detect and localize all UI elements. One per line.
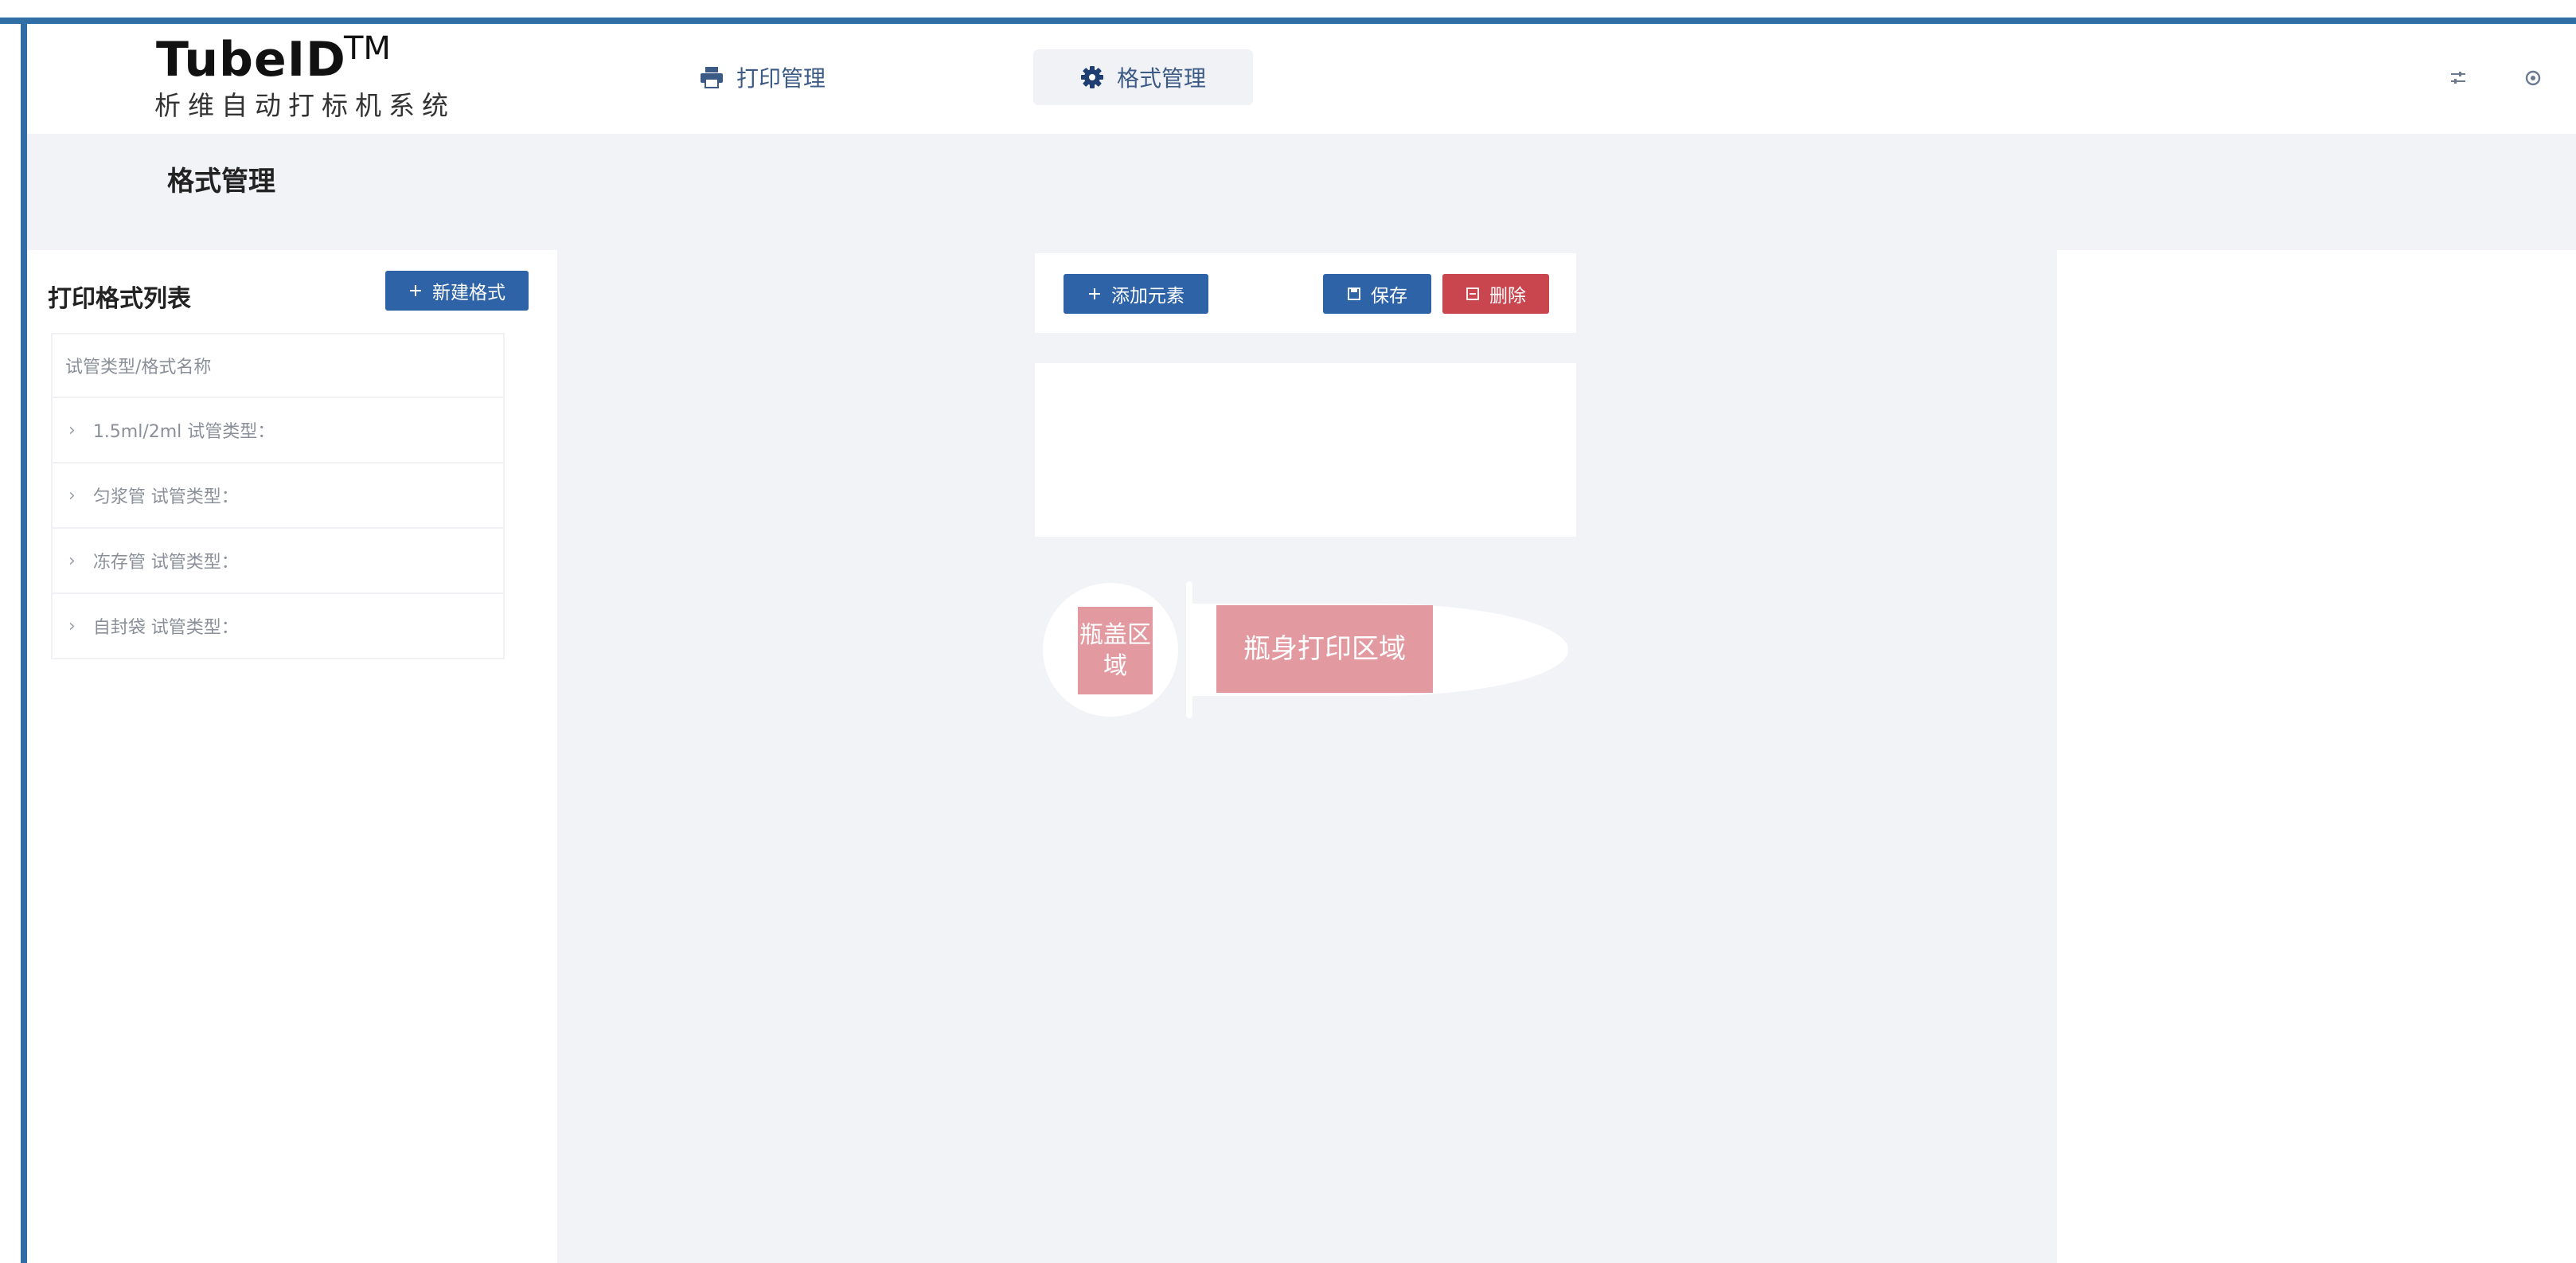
list-item-label: 匀浆管 试管类型：: [92, 487, 239, 507]
label-preview-area: [1035, 363, 1576, 537]
plus-icon: [1087, 287, 1102, 301]
window-left-gutter: [0, 24, 21, 1263]
nav-print-label: 打印管理: [736, 65, 826, 92]
delete-label: 删除: [1489, 286, 1526, 307]
list-item-label: 自封袋 试管类型：: [92, 618, 239, 638]
format-tree: 试管类型/格式名称 › 1.5ml/2ml 试管类型： › 匀浆管 试管类型： …: [51, 333, 505, 659]
list-item[interactable]: › 自封袋 试管类型：: [53, 594, 503, 658]
printer-icon: [700, 66, 724, 88]
chevron-right-icon: ›: [68, 616, 76, 636]
app-header: TubeID TM 析维自动打标机系统 打印管理 格式管理: [27, 24, 2576, 134]
body-print-zone[interactable]: 瓶身打印区域: [1216, 605, 1433, 693]
delete-icon: [1466, 287, 1480, 301]
chevron-right-icon: ›: [68, 485, 76, 506]
format-tree-header: 试管类型/格式名称: [53, 334, 503, 398]
tube-neck-divider: [1186, 581, 1192, 718]
app-logo-title: TubeID: [156, 32, 346, 88]
format-list-title: 打印格式列表: [48, 285, 191, 313]
settings-icon[interactable]: [2519, 64, 2547, 92]
new-format-button[interactable]: 新建格式: [385, 271, 529, 311]
new-format-label: 新建格式: [432, 283, 505, 303]
app-logo-trademark: TM: [344, 30, 391, 67]
add-element-label: 添加元素: [1111, 286, 1185, 307]
list-item-label: 冻存管 试管类型：: [92, 553, 239, 573]
sliders-icon[interactable]: [2444, 64, 2473, 92]
add-element-button[interactable]: 添加元素: [1064, 274, 1208, 314]
properties-panel: [2057, 250, 2576, 1263]
list-item[interactable]: › 冻存管 试管类型：: [53, 529, 503, 594]
save-icon: [1347, 287, 1361, 301]
gear-icon: [1080, 65, 1104, 89]
plus-icon: [408, 283, 423, 298]
page-title: 格式管理: [167, 166, 275, 197]
cap-zone[interactable]: 瓶盖区域: [1078, 607, 1153, 694]
nav-print-management[interactable]: 打印管理: [700, 49, 825, 105]
editor-toolbar: 添加元素 保存 删除: [1035, 253, 1576, 333]
list-item[interactable]: › 匀浆管 试管类型：: [53, 463, 503, 529]
chevron-right-icon: ›: [68, 420, 76, 440]
app-logo-subtitle: 析维自动打标机系统: [154, 90, 455, 121]
save-label: 保存: [1371, 286, 1407, 307]
window-border-top: [0, 18, 2576, 24]
delete-button[interactable]: 删除: [1442, 274, 1549, 314]
list-item-label: 1.5ml/2ml 试管类型：: [92, 422, 275, 442]
format-list-panel: 打印格式列表 新建格式 试管类型/格式名称 › 1.5ml/2ml 试管类型： …: [27, 250, 557, 1263]
nav-format-management[interactable]: 格式管理: [1033, 49, 1253, 105]
save-button[interactable]: 保存: [1323, 274, 1431, 314]
tube-diagram: 瓶盖区域 瓶身打印区域: [1038, 575, 1579, 718]
nav-format-label: 格式管理: [1116, 65, 1206, 92]
chevron-right-icon: ›: [68, 550, 76, 571]
list-item[interactable]: › 1.5ml/2ml 试管类型：: [53, 398, 503, 463]
